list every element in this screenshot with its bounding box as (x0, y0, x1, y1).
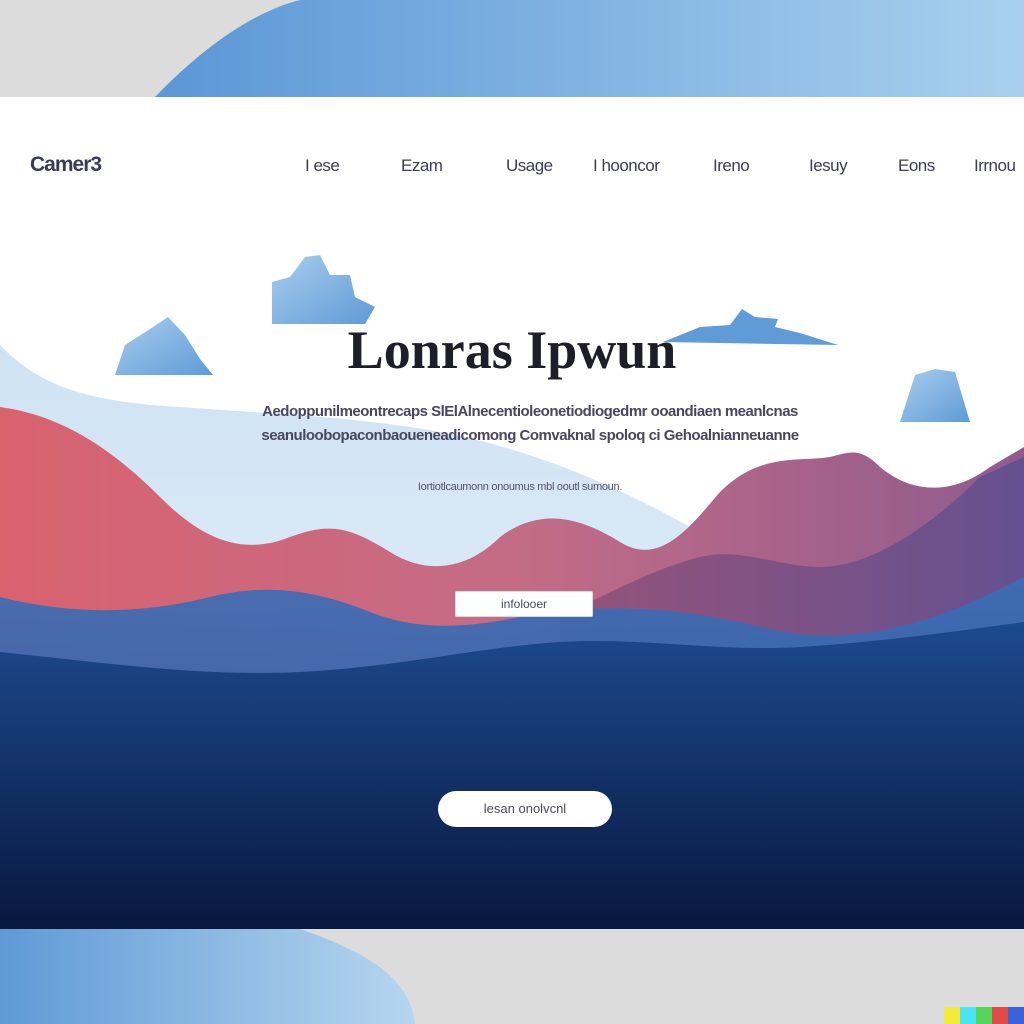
nav-item-5[interactable]: Ireno (713, 156, 750, 176)
watermark-swatch (992, 1007, 1008, 1024)
top-navigation: Camer3 I ese Ezam Usage I hooncor Ireno … (0, 147, 1024, 187)
secondary-cta-button[interactable]: lesan onolvcnl (438, 791, 612, 827)
nav-item-home[interactable]: I ese (305, 156, 340, 176)
nav-item-7[interactable]: Eons (898, 156, 935, 176)
nav-item-6[interactable]: Iesuy (809, 156, 848, 176)
watermark-swatch (1008, 1007, 1024, 1024)
watermark-swatch (960, 1007, 976, 1024)
nav-item-2[interactable]: Ezam (401, 156, 443, 176)
hero-title: Lonras Ipwun (347, 320, 677, 380)
nav-item-3[interactable]: Usage (506, 156, 553, 176)
nav-item-4[interactable]: I hooncor (593, 156, 660, 176)
hero-description: Aedoppunilmeontrecaps SlElAlnecentioleon… (261, 403, 799, 444)
primary-cta-button[interactable]: infolooer (455, 591, 593, 617)
watermark-swatch (976, 1007, 992, 1024)
landing-page: Camer3 I ese Ezam Usage I hooncor Ireno … (0, 97, 1024, 929)
iceberg-icon (272, 255, 375, 324)
nav-item-8[interactable]: Irrnou (974, 156, 1016, 176)
hero-subline: Iortiotlcaumonn onoumus mbl ooutl sumoun… (417, 481, 623, 493)
watermark-swatch (944, 1007, 960, 1024)
brand-logo[interactable]: Camer3 (30, 153, 102, 177)
